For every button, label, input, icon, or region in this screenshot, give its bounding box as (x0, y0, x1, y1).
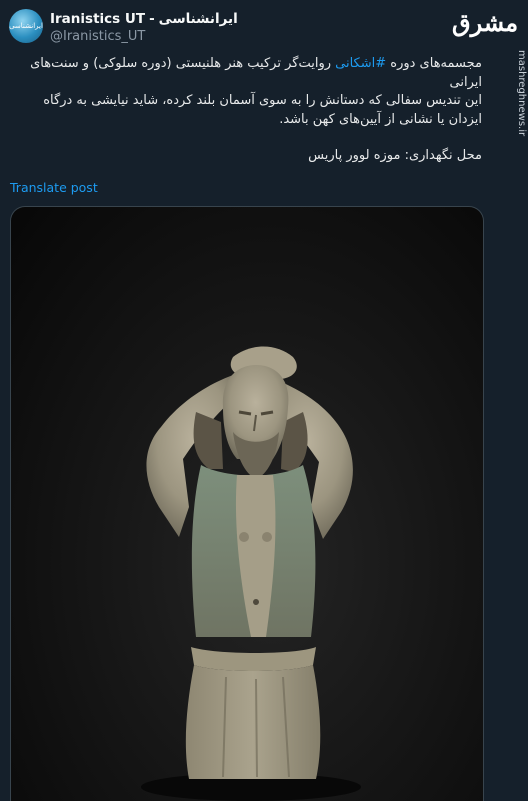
translate-post-link[interactable]: Translate post (10, 180, 98, 195)
avatar-text: ایرانشناسی (9, 21, 43, 30)
tweet-text: مجسمه‌های دوره #اشکانی روایت‌گر ترکیب هن… (22, 55, 482, 166)
tweet-media[interactable] (10, 206, 484, 801)
author-name[interactable]: Iranistics UT - ایرانشناسی (50, 11, 238, 27)
avatar[interactable]: ایرانشناسی (9, 9, 43, 43)
name-separator: - (149, 11, 155, 27)
mashregh-logo: مشرق (452, 8, 519, 37)
tweet-line-1: مجسمه‌های دوره #اشکانی روایت‌گر ترکیب هن… (30, 56, 482, 90)
tweet-line-2: این تندیس سفالی که دستانش را به سوی آسما… (43, 93, 482, 127)
display-name[interactable]: Iranistics UT (50, 11, 145, 27)
statue-photo (141, 346, 361, 801)
hashtag-link[interactable]: #اشکانی (335, 56, 386, 71)
watermark-site: mashreghnews.ir (516, 50, 527, 137)
display-name-fa[interactable]: ایرانشناسی (159, 11, 238, 27)
author-handle[interactable]: @Iranistics_UT (50, 29, 145, 44)
tweet-line-3: محل نگهداری: موزه لوور پاریس (308, 148, 482, 163)
